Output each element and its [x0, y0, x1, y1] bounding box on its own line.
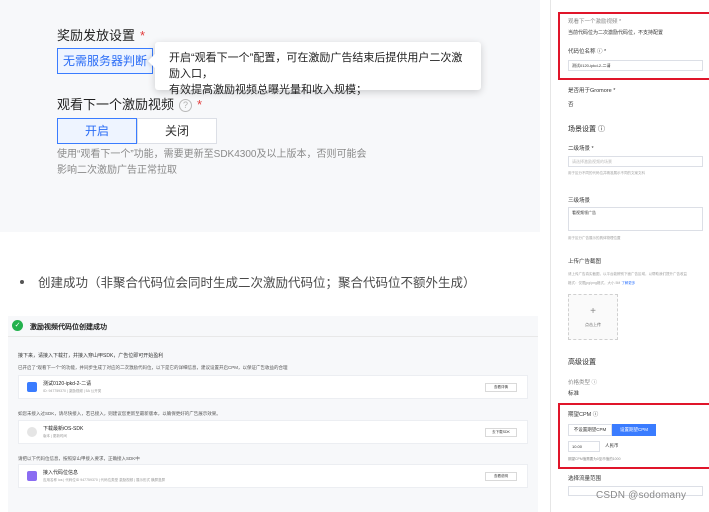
- screenshot-upload-box[interactable]: + 点击上传: [568, 294, 618, 340]
- no-server-judgement-button[interactable]: 无需服务器判断: [57, 48, 153, 74]
- second-scene-label: 二级场景 *: [568, 146, 594, 152]
- card-2-title: 下载最新iOS-SDK: [43, 426, 84, 432]
- bullet-text: 创建成功（非聚合代码位会同时生成二次激励代码位；聚合代码位不额外生成）: [38, 276, 476, 290]
- screenshot-format-text: 格式：仅限jpg/png格式，大小 5M: [568, 281, 621, 285]
- next-video-heading: 观看下一个激励视频? *: [57, 94, 202, 113]
- success-subtitle: 接下来，请接入下载打，并接入穿山甲SDK，广告位即可开始盈利: [18, 353, 164, 359]
- creation-success-bullet: 创建成功（非聚合代码位会同时生成二次激励代码位；聚合代码位不额外生成）: [20, 272, 476, 291]
- plus-icon: +: [590, 306, 596, 317]
- cpm-off-button[interactable]: 不设置期望CPM: [568, 424, 612, 436]
- expected-cpm-label: 期望CPM ⓘ: [568, 412, 599, 418]
- hint-line-2: 影响二次激励广告正常拉取: [57, 165, 177, 176]
- second-scene-hint: 用于区分不同的代码位并精准展示不同的文案文科: [568, 171, 645, 175]
- required-mark: *: [140, 28, 146, 43]
- required-mark: *: [197, 97, 203, 112]
- success-check-icon: ✓: [12, 320, 23, 331]
- card-3-title: 接入代码位信息: [43, 470, 79, 476]
- rp-code-name-label: 代码位名称 ⓘ *: [568, 49, 607, 55]
- code-name-input[interactable]: 测试0120-ipkd-2-二请: [568, 60, 703, 71]
- tooltip-line-2: 有效提高激励视频总曝光量和收入规模；: [169, 84, 367, 96]
- card-1-title: 测试0120-ipkd-2-二请: [43, 381, 92, 387]
- sdk-version-hint: 使用“观看下一个”功能，需要更新至SDK4300及以上版本，否则可能会 影响二次…: [57, 147, 387, 179]
- upload-text: 点击上传: [585, 322, 601, 327]
- cpm-value-input[interactable]: 10.00: [568, 441, 600, 452]
- step-card-sdk: 下载最新iOS-SDK 版本 | 更新时间 去下载SDK: [18, 420, 528, 444]
- code-icon: [27, 471, 37, 481]
- card-3-meta: 应用名称 ios | 代码位ID 947759370 | 代码位类型 激励视频 …: [43, 478, 165, 482]
- success-screenshot: ✓ 激励视频代码位创建成功 接下来，请接入下载打，并接入穿山甲SDK，广告位即可…: [8, 316, 538, 512]
- help-icon[interactable]: ?: [179, 99, 193, 112]
- enable-next-video-button[interactable]: 开启: [57, 118, 137, 144]
- third-scene-hint: 用于区分广告展示的具体物理位置: [568, 236, 621, 240]
- bullet-dot: [20, 280, 24, 284]
- step-1-text: 已开启了“观看下一个”的功能，并同步生成了对应的二次激励代码位，以下是它的详细信…: [18, 365, 288, 370]
- next-video-label: 观看下一个激励视频: [57, 97, 175, 112]
- success-title: 激励视频代码位创建成功: [30, 324, 107, 331]
- hint-line-1: 使用“观看下一个”功能，需要更新至SDK4300及以上版本，否则可能会: [57, 149, 367, 160]
- step-card-next-video: 测试0120-ipkd-2-二请 ID: 947759370 | 激励视频 | …: [18, 375, 528, 399]
- card-2-meta: 版本 | 更新时间: [43, 434, 67, 438]
- price-type-label: 价格类型 ⓘ: [568, 380, 598, 386]
- step-card-code-info: 接入代码位信息 应用名称 ios | 代码位ID 947759370 | 代码位…: [18, 464, 528, 488]
- screenshot-upload-label: 上传广告截图: [568, 259, 602, 265]
- view-details-button[interactable]: 查看详情: [485, 383, 517, 392]
- cpm-on-button[interactable]: 设置期望CPM: [612, 424, 656, 436]
- reward-settings-card: 奖励发放设置 * 无需服务器判断 开启“观看下一个”配置，可在激励广告结束后提供用…: [0, 0, 540, 232]
- traffic-range-label: 选择流量范围: [568, 476, 602, 482]
- price-type-value: 标准: [568, 391, 580, 397]
- cpm-unit: 人民币: [605, 443, 619, 448]
- card-1-meta: ID: 947759370 | 激励视频 | 5A 公开类: [43, 389, 102, 393]
- third-scene-input[interactable]: 看视频领广告: [568, 207, 703, 231]
- reward-section-heading: 奖励发放设置 *: [57, 25, 145, 44]
- download-sdk-button[interactable]: 去下载SDK: [485, 428, 517, 437]
- disable-next-video-button[interactable]: 关闭: [137, 118, 217, 144]
- advanced-settings-heading: 高级设置: [568, 359, 596, 366]
- settings-side-panel: 观看下一个激励视频 * 当前代码位为二次激励代码位，不支持配置 代码位名称 ⓘ …: [551, 0, 709, 512]
- rp-gromore-label: 是否用于Gromore *: [568, 88, 616, 94]
- second-scene-select[interactable]: 请选择激励视频的场景: [568, 156, 703, 167]
- rp-next-video-hint: 当前代码位为二次激励代码位，不支持配置: [568, 30, 664, 36]
- next-video-tooltip: 开启“观看下一个”配置，可在激励广告结束后提供用户二次激励入口， 有效提高激励视…: [155, 42, 481, 96]
- csdn-watermark: CSDN @sodomany: [596, 490, 687, 501]
- step-2-text: 如您未接入过SDK，请尽快接入，若已接入，则建议您更新至最新版本，以确保更好的广…: [18, 411, 221, 416]
- view-instructions-button[interactable]: 查看说明: [485, 472, 517, 481]
- rp-gromore-value: 否: [568, 102, 574, 108]
- step-3-text: 请把以下代码位信息，按照穿山甲接入要求，正确接入SDK中: [18, 456, 140, 461]
- scene-settings-heading: 场景设置 ⓘ: [568, 126, 605, 133]
- rp-next-video-label: 观看下一个激励视频 *: [568, 19, 622, 25]
- cpm-hint: 期望CPM值需要为0至币值的1000: [568, 457, 621, 461]
- screenshot-hint-1: 请上传广告真实截图，以平台能辨别下面广告区域，以帮助我们提升广告收益: [568, 272, 687, 276]
- reward-section-label: 奖励发放设置: [57, 28, 136, 43]
- learn-more-link[interactable]: 了解更多: [621, 281, 635, 285]
- title-divider: [8, 336, 538, 337]
- apple-icon: [27, 427, 37, 437]
- third-scene-label: 三级场景: [568, 198, 591, 204]
- ad-slot-icon: [27, 382, 37, 392]
- screenshot-hint-2: 格式：仅限jpg/png格式，大小 5M 了解更多: [568, 281, 635, 286]
- tooltip-line-1: 开启“观看下一个”配置，可在激励广告结束后提供用户二次激励入口，: [169, 52, 463, 80]
